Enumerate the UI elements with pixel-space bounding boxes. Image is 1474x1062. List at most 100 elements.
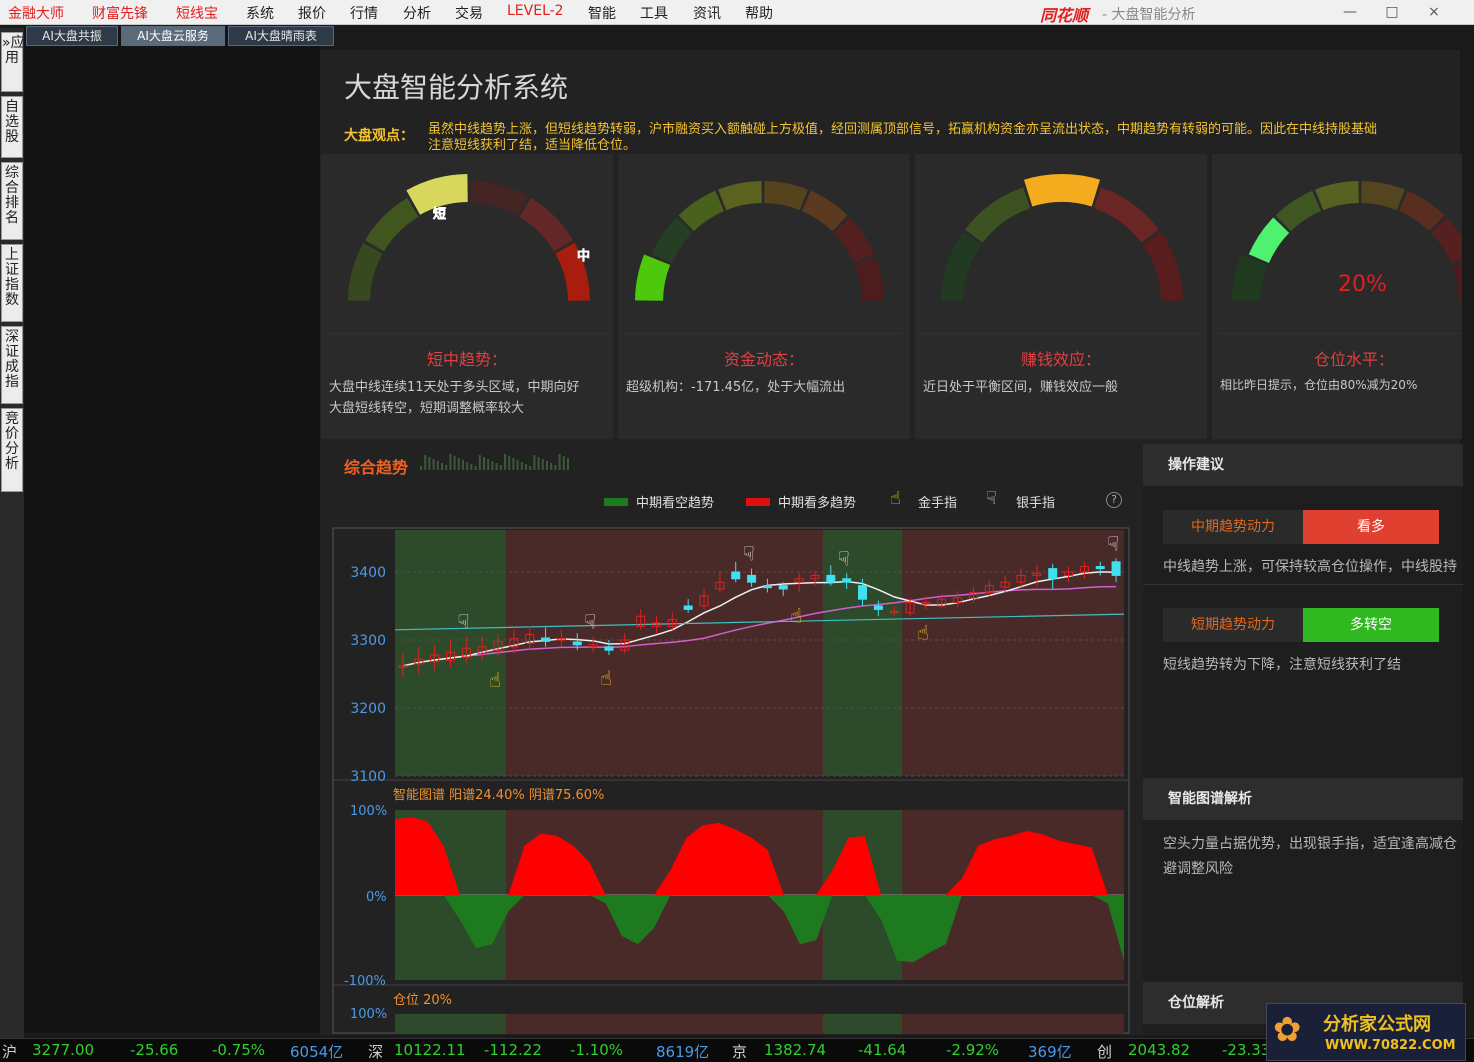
- mid-trend-value: 看多: [1303, 510, 1439, 544]
- sidebar-tab-sh-index[interactable]: 上证指数: [1, 244, 23, 322]
- trend-sparkline-icon: [420, 454, 569, 470]
- gauge-segment: [406, 174, 469, 215]
- gauge-position-dial: [1218, 181, 1462, 334]
- market-ticker: 沪 3277.00 -25.66 -0.75% 6054亿 深 10122.11 -112.2…: [0, 1038, 1474, 1062]
- position-chart-title: 仓位 20%: [393, 993, 452, 1008]
- ticker-item: -112.22: [484, 1041, 542, 1059]
- gauge-segment: [1093, 187, 1159, 244]
- smart-desc-1: 空头力量占据优势，出现银手指，适宜逢高减仓: [1163, 836, 1457, 852]
- gauge-trend-desc-2: 大盘短线转空，短期调整概率较大: [329, 401, 525, 416]
- menu-item-duanxian[interactable]: 短线宝: [176, 3, 218, 23]
- tab-ai-resonance[interactable]: AI大盘共振: [26, 26, 118, 46]
- minimize-button[interactable]: —: [1330, 0, 1370, 25]
- gauge-fund-title: 资金动态：: [723, 350, 804, 369]
- ticker-item: 369亿: [1028, 1043, 1072, 1061]
- gauge-segment: [1248, 217, 1290, 264]
- gauge-fund-dial: [624, 181, 902, 334]
- menu-item-caifu[interactable]: 财富先锋: [92, 3, 148, 23]
- sub-tick-0: 0%: [366, 890, 387, 905]
- legend-bull-label: 中期看多趋势: [778, 496, 857, 511]
- menu-item-system[interactable]: 系统: [246, 3, 274, 23]
- menu-item-analysis[interactable]: 分析: [403, 3, 431, 23]
- ticker-item: 1382.74: [764, 1041, 827, 1059]
- mid-trend-desc: 中线趋势上涨，可保持较高仓位操作，中线股持: [1163, 559, 1457, 575]
- watermark-name: 分析家公式网: [1323, 1014, 1431, 1035]
- gauge-segment: [469, 181, 529, 216]
- ticker-item: 3277.00: [32, 1041, 95, 1059]
- gauge-position-percent: 20%: [1338, 272, 1387, 297]
- gauge-segment: [833, 217, 875, 264]
- menu-item-tools[interactable]: 工具: [640, 3, 668, 23]
- close-button[interactable]: ×: [1414, 0, 1454, 25]
- ticker-item: 2043.82: [1128, 1041, 1191, 1059]
- sidebar-tab-sz-index[interactable]: 深证成指: [1, 326, 23, 404]
- gauge-fund: 资金动态： 超级机构：-171.45亿，处于大幅流出: [618, 154, 910, 439]
- y-tick-label: 3300: [350, 633, 386, 649]
- maximize-button[interactable]: □: [1372, 0, 1412, 25]
- position-tick-100: 100%: [350, 1007, 387, 1022]
- sidebar-tab-ranking[interactable]: 综合排名: [1, 162, 23, 240]
- tab-ai-cloud[interactable]: AI大盘云服务: [121, 26, 225, 46]
- ops-title: 操作建议: [1143, 444, 1463, 486]
- gauge-trend-title: 短中趋势：: [426, 350, 507, 369]
- flower-logo-icon: ✿: [1273, 1010, 1302, 1050]
- ticker-item: 深: [368, 1043, 384, 1061]
- menu-bar: 金融大师 财富先锋 短线宝 系统 报价 行情 分析 交易 LEVEL-2 智能 …: [0, 0, 1474, 25]
- short-trend-value: 多转空: [1303, 608, 1439, 642]
- right-panel: 操作建议 中期趋势动力 看多 中线趋势上涨，可保持较高仓位操作，中线股持 短期趋…: [1143, 444, 1463, 1034]
- ticker-item: 6054亿: [290, 1043, 344, 1061]
- ticker-item: -2.92%: [946, 1041, 1000, 1059]
- gauge-marker: 中: [577, 248, 590, 264]
- smart-analysis-title: 智能图谱解析: [1143, 778, 1463, 820]
- menu-item-smart[interactable]: 智能: [588, 3, 616, 23]
- gauge-profit-desc: 近日处于平衡区间，赚钱效应一般: [923, 380, 1119, 395]
- sidebar-tab-apps[interactable]: »应用: [1, 32, 25, 92]
- gauge-segment: [1360, 181, 1405, 211]
- gauge-position-title: 仓位水平：: [1313, 350, 1394, 369]
- gauge-segment: [364, 197, 419, 252]
- candle: [1111, 561, 1121, 576]
- silver-finger-icon: ☟: [986, 488, 997, 509]
- gauge-fund-desc: 超级机构：-171.45亿，处于大幅流出: [626, 380, 846, 395]
- smart-desc-2: 避调整风险: [1163, 861, 1233, 877]
- menu-item-trade[interactable]: 交易: [455, 3, 483, 23]
- trend-chart: 3100 3200 3300 3400 ☝ ☝ ☝ ☝ ☟ ☟ ☟ ☟ ☟ 智能图谱 阳谱24.40%…: [320, 518, 1142, 1034]
- candle: [778, 585, 788, 590]
- sidebar-tab-auction[interactable]: 竞价分析: [1, 408, 23, 492]
- sidebar: »应用 自选股 综合排名 上证指数 深证成指 竞价分析: [0, 28, 25, 1038]
- candle: [873, 605, 883, 610]
- help-icon[interactable]: ?: [1106, 492, 1122, 508]
- silver-finger-icon: ☟: [838, 546, 850, 570]
- gold-finger-icon: ☝: [917, 620, 929, 644]
- gold-finger-icon: ☝: [600, 666, 612, 690]
- ticker-item: 沪: [2, 1043, 18, 1061]
- gauge-profit-title: 赚钱效应：: [1020, 350, 1101, 369]
- gauge-segment: [941, 232, 982, 302]
- gauge-position-desc: 相比昨日提示，仓位由80%减为20%: [1220, 378, 1418, 392]
- candle: [731, 571, 741, 580]
- y-tick-label: 3200: [350, 701, 386, 717]
- menu-item-quote[interactable]: 报价: [298, 3, 326, 23]
- menu-item-news[interactable]: 资讯: [693, 3, 721, 23]
- gauge-position: 20% 仓位水平： 相比昨日提示，仓位由80%减为20%: [1212, 154, 1462, 439]
- gauge-segment: [1142, 232, 1183, 302]
- menu-item-help[interactable]: 帮助: [745, 3, 773, 23]
- candle: [747, 574, 757, 583]
- gauge-segment: [1275, 190, 1322, 232]
- sidebar-tab-watchlist[interactable]: 自选股: [1, 96, 23, 158]
- menu-item-level2[interactable]: LEVEL-2: [507, 3, 564, 19]
- silver-finger-icon: ☟: [584, 610, 596, 634]
- window-title: - 大盘智能分析: [1102, 7, 1196, 23]
- ticker-item: -41.64: [858, 1041, 907, 1059]
- y-tick-label: 3100: [350, 769, 386, 785]
- candle: [572, 641, 582, 646]
- tab-ai-barometer[interactable]: AI大盘晴雨表: [228, 26, 334, 46]
- y-tick-label: 3400: [350, 565, 386, 581]
- page-title: 大盘智能分析系统: [344, 71, 569, 104]
- legend-silver-label: 银手指: [1016, 496, 1056, 511]
- gauge-segment: [718, 181, 763, 211]
- menu-item-market[interactable]: 行情: [350, 3, 378, 23]
- menu-item-jinrong[interactable]: 金融大师: [8, 3, 64, 23]
- trend-title: 综合趋势: [344, 458, 409, 477]
- short-trend-desc: 短线趋势转为下降，注意短线获利了结: [1163, 657, 1401, 673]
